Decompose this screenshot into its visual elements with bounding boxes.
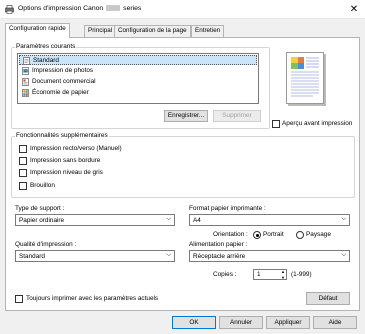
apercu-checkbox[interactable] bbox=[272, 120, 280, 128]
type-support-select[interactable]: Papier ordinaire ⌵ bbox=[15, 214, 175, 226]
preset-label: Impression de photos bbox=[32, 67, 94, 74]
chevron-down-icon: ⌵ bbox=[341, 216, 346, 222]
preset-label: Document commercial bbox=[32, 78, 96, 85]
spin-down-icon[interactable]: ▼ bbox=[281, 275, 285, 280]
close-icon[interactable]: ✕ bbox=[347, 3, 361, 16]
document-icon bbox=[22, 78, 29, 86]
niveau-gris-checkbox[interactable] bbox=[19, 169, 27, 177]
ok-button[interactable]: OK bbox=[172, 316, 216, 329]
window-title-suffix: series bbox=[123, 5, 142, 12]
orientation-label: Orientation : bbox=[213, 231, 248, 238]
paysage-label: Paysage bbox=[306, 231, 331, 238]
defaut-button[interactable]: Défaut bbox=[306, 292, 350, 305]
chevron-down-icon: ⌵ bbox=[166, 216, 171, 222]
portrait-radio[interactable] bbox=[253, 231, 261, 239]
toujours-checkbox[interactable] bbox=[15, 295, 23, 303]
preset-label: Standard bbox=[33, 57, 59, 64]
format-papier-select[interactable]: A4 ⌵ bbox=[189, 214, 350, 226]
tab-entretien[interactable]: Entretien bbox=[191, 25, 225, 37]
brouillon-checkbox[interactable] bbox=[19, 182, 27, 190]
preset-economie-papier[interactable]: Économie de papier bbox=[19, 88, 257, 98]
alimentation-select[interactable]: Réceptacle arrière ⌵ bbox=[189, 250, 350, 262]
brouillon-label: Brouillon bbox=[30, 182, 55, 189]
preset-standard[interactable]: Standard bbox=[19, 55, 257, 65]
recto-verso-label: Impression recto/verso (Manuel) bbox=[30, 145, 122, 152]
tab-configuration-rapide[interactable]: Configuration rapide bbox=[5, 23, 70, 38]
preset-document-commercial[interactable]: Document commercial bbox=[19, 77, 257, 87]
apply-button[interactable]: Appliquer bbox=[266, 316, 310, 329]
apercu-label: Aperçu avant impression bbox=[282, 120, 353, 127]
preset-label: Économie de papier bbox=[32, 89, 89, 96]
spin-up-icon[interactable]: ▲ bbox=[281, 269, 285, 274]
alimentation-value: Réceptacle arrière bbox=[193, 253, 246, 260]
page-preview bbox=[286, 52, 324, 104]
toujours-label: Toujours imprimer avec les paramètres ac… bbox=[26, 295, 159, 302]
tab-configuration-page[interactable]: Configuration de la page bbox=[114, 25, 191, 37]
format-papier-value: A4 bbox=[193, 217, 201, 224]
save-button[interactable]: Enregistrer... bbox=[164, 110, 208, 122]
qualite-select[interactable]: Standard ⌵ bbox=[15, 250, 175, 262]
copies-stepper[interactable]: 1 ▲ ▼ bbox=[253, 269, 287, 280]
type-support-value: Papier ordinaire bbox=[19, 217, 65, 224]
cancel-button[interactable]: Annuler bbox=[219, 316, 263, 329]
sans-bordure-label: Impression sans bordure bbox=[30, 157, 101, 164]
photo-icon bbox=[22, 67, 29, 75]
window-title-prefix: Options d'impression Canon bbox=[18, 5, 104, 12]
niveau-gris-label: Impression niveau de gris bbox=[30, 169, 103, 176]
document-icon bbox=[23, 57, 30, 65]
portrait-label: Portrait bbox=[263, 231, 284, 238]
type-support-label: Type de support : bbox=[15, 205, 65, 212]
alimentation-label: Alimentation papier : bbox=[189, 241, 248, 248]
help-button[interactable]: Aide bbox=[313, 316, 357, 329]
tab-principal[interactable]: Principal bbox=[84, 25, 117, 37]
preset-photos[interactable]: Impression de photos bbox=[19, 66, 257, 76]
format-papier-label: Format papier imprimante : bbox=[189, 205, 266, 212]
printer-icon bbox=[5, 5, 14, 14]
preview-page-icon bbox=[291, 57, 319, 97]
parametres-courants-label: Paramètres courants bbox=[15, 43, 77, 50]
copies-value: 1 bbox=[257, 271, 261, 278]
paper-saving-icon bbox=[22, 89, 29, 97]
qualite-label: Qualité d'impression : bbox=[15, 241, 77, 248]
title-bar: Options d'impression Canon series ✕ bbox=[0, 0, 365, 19]
recto-verso-checkbox[interactable] bbox=[19, 145, 27, 153]
sans-bordure-checkbox[interactable] bbox=[19, 157, 27, 165]
paysage-radio[interactable] bbox=[296, 231, 304, 239]
presets-listbox[interactable]: Standard Impression de photos Document c… bbox=[17, 53, 259, 104]
copies-label: Copies : bbox=[213, 271, 237, 278]
qualite-value: Standard bbox=[19, 253, 45, 260]
window-title: Options d'impression Canon series bbox=[18, 5, 141, 12]
copies-range: (1-999) bbox=[291, 271, 312, 278]
fonctionnalites-label: Fonctionnalités supplémentaires bbox=[15, 132, 109, 139]
redacted-model bbox=[106, 5, 121, 12]
delete-button[interactable]: Supprimer bbox=[213, 110, 261, 122]
chevron-down-icon: ⌵ bbox=[166, 252, 171, 258]
chevron-down-icon: ⌵ bbox=[341, 252, 346, 258]
